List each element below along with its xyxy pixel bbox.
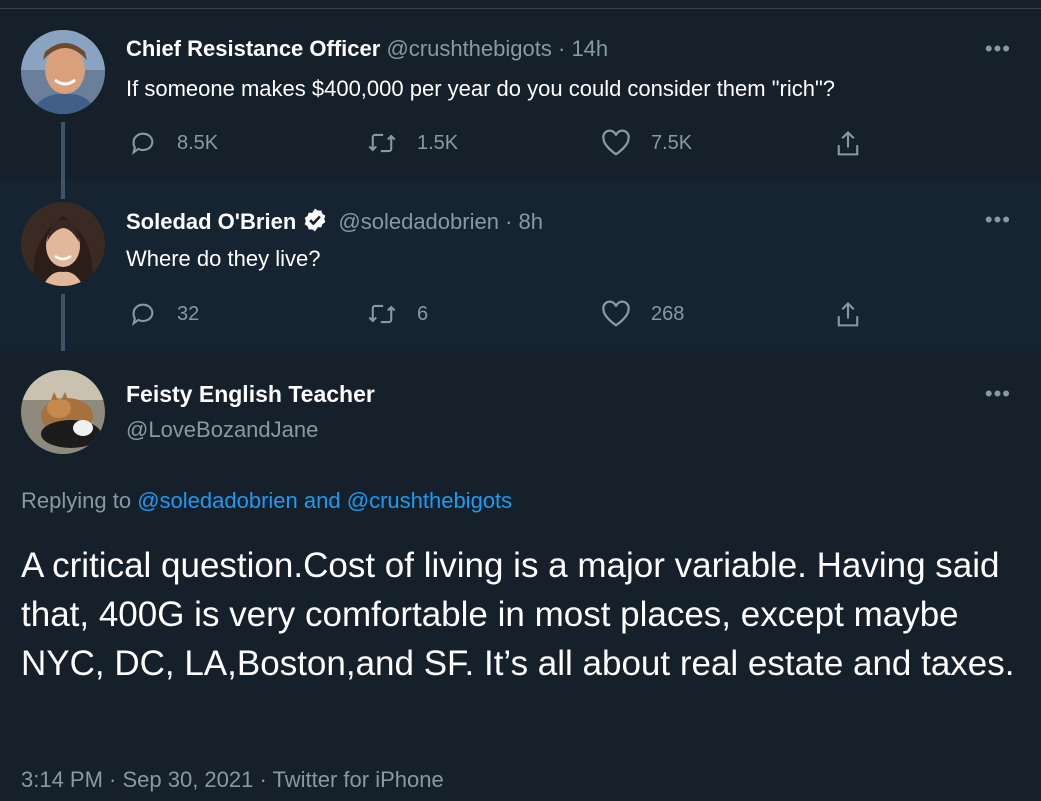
tweet-chief-resistance-officer[interactable]: Chief Resistance Officer @crushthebigots… [0, 10, 1041, 181]
avatar[interactable] [21, 30, 105, 114]
share-button[interactable] [834, 300, 882, 330]
tweet-time[interactable]: 14h [571, 36, 608, 61]
main-tweet: Feisty English Teacher @LoveBozandJane •… [0, 351, 1041, 801]
separator: · [557, 36, 566, 61]
share-icon [837, 130, 859, 156]
retweet-button[interactable]: 6 [367, 300, 428, 328]
reply-count: 32 [177, 302, 200, 325]
replying-to: Replying to @soledadobrien and @crushthe… [21, 488, 512, 514]
more-icon[interactable]: ••• [985, 207, 1011, 233]
author-name[interactable]: Chief Resistance Officer [126, 36, 380, 61]
author-name[interactable]: Feisty English Teacher [126, 381, 375, 408]
share-icon [837, 301, 859, 327]
tweet-text: If someone makes $400,000 per year do yo… [126, 76, 836, 101]
avatar[interactable] [21, 370, 105, 454]
replying-and: and [303, 488, 341, 513]
separator: · [505, 209, 513, 234]
author-handle[interactable]: @crushthebigots [386, 36, 551, 61]
retweet-count: 6 [417, 302, 429, 325]
tweet-meta[interactable]: 3:14 PM · Sep 30, 2021 · Twitter for iPh… [21, 767, 444, 793]
retweet-button[interactable]: 1.5K [367, 129, 458, 157]
tweet-text: Where do they live? [126, 246, 321, 271]
reply-button[interactable]: 32 [129, 300, 199, 328]
tweet-actions: 32 6 268 [126, 300, 886, 340]
more-icon[interactable]: ••• [985, 381, 1011, 407]
reply-button[interactable]: 8.5K [129, 129, 218, 157]
like-button[interactable]: 7.5K [601, 129, 692, 157]
thread-line [61, 122, 65, 181]
thread-line [61, 294, 65, 351]
like-count: 268 [651, 302, 685, 325]
author-handle[interactable]: @LoveBozandJane [126, 417, 318, 443]
reply-icon [131, 303, 154, 326]
like-icon [602, 300, 630, 327]
author-name[interactable]: Soledad O'Brien [126, 209, 296, 234]
more-icon[interactable]: ••• [985, 36, 1011, 62]
thread-line [61, 181, 65, 199]
tweet-text: A critical question.Cost of living is a … [21, 546, 1015, 683]
like-count: 7.5K [651, 131, 693, 154]
reply-count: 8.5K [177, 131, 219, 154]
mention-link[interactable]: @crushthebigots [347, 488, 512, 513]
mention-link[interactable]: @soledadobrien [137, 488, 298, 513]
tweet-time[interactable]: 8h [519, 209, 543, 234]
reply-icon [131, 132, 154, 155]
tweet-actions: 8.5K 1.5K 7.5K [126, 129, 886, 169]
tweet-soledad-obrien[interactable]: Soledad O'Brien @soledadobrien · 8h ••• … [0, 181, 1041, 351]
top-divider [0, 8, 1041, 9]
like-button[interactable]: 268 [601, 300, 684, 328]
retweet-icon [368, 133, 396, 153]
verified-badge-icon [304, 208, 326, 232]
retweet-count: 1.5K [417, 131, 459, 154]
avatar[interactable] [21, 202, 105, 286]
author-handle[interactable]: @soledadobrien [338, 209, 499, 234]
share-button[interactable] [834, 129, 882, 159]
like-icon [602, 129, 630, 156]
replying-prefix: Replying to [21, 488, 132, 513]
retweet-icon [368, 304, 396, 324]
